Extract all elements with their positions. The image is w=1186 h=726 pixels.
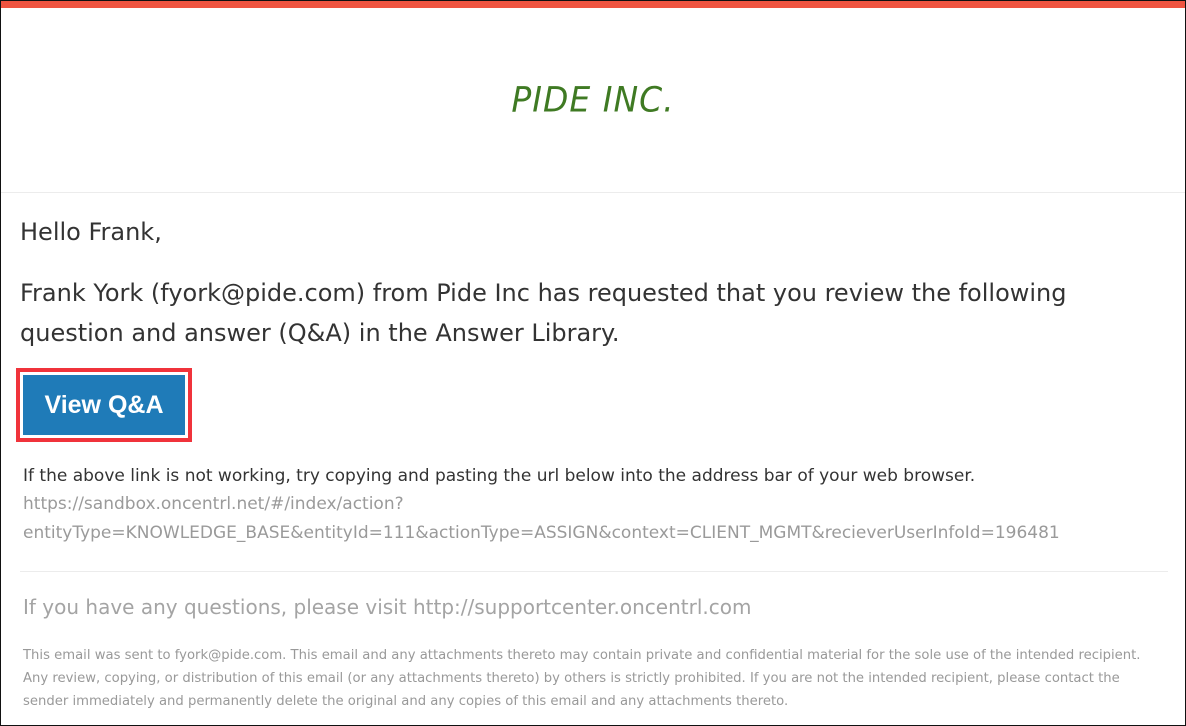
- fallback-link-text: If the above link is not working, try co…: [23, 466, 976, 486]
- top-accent-bar: [1, 1, 1185, 8]
- view-qa-button[interactable]: View Q&A: [23, 375, 185, 435]
- email-frame: PIDE INC. Hello Frank, Frank York (fyork…: [0, 0, 1186, 726]
- support-text: If you have any questions, please visit …: [23, 595, 752, 619]
- fallback-url-line-2[interactable]: entityType=KNOWLEDGE_BASE&entityId=111&a…: [23, 522, 1060, 544]
- fallback-url-line-1[interactable]: https://sandbox.oncentrl.net/#/index/act…: [23, 493, 404, 515]
- company-logo: PIDE INC.: [511, 79, 675, 120]
- review-request-text: Frank York (fyork@pide.com) from Pide In…: [20, 279, 1067, 347]
- greeting-text: Hello Frank,: [20, 218, 162, 246]
- content-divider: [20, 571, 1168, 572]
- email-header: PIDE INC.: [1, 8, 1185, 193]
- view-qa-highlight: View Q&A: [16, 368, 192, 442]
- legal-disclaimer: This email was sent to fyork@pide.com. T…: [23, 648, 1141, 709]
